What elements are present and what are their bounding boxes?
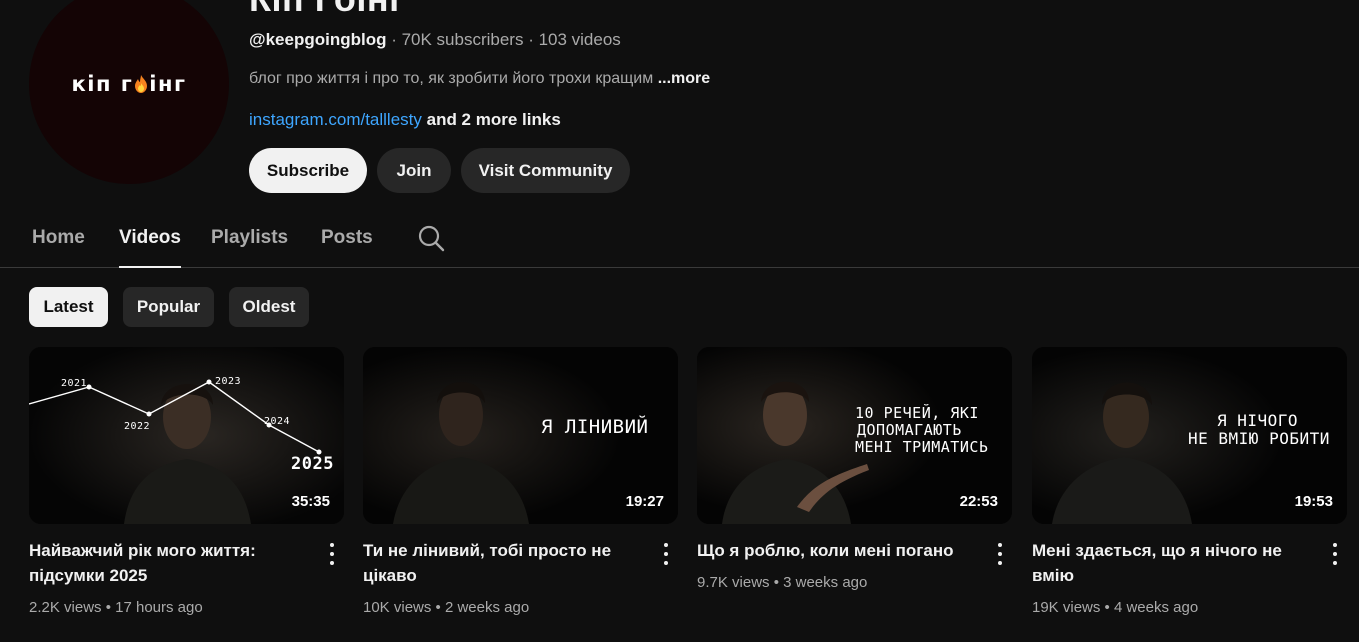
video-thumbnail[interactable]: Я ЛІНИВИЙ 19:27 (363, 347, 678, 524)
video-card: Я НІЧОГО НЕ ВМІЮ РОБИТИ 19:53 Мені здаєт… (1032, 347, 1347, 637)
video-stats: 19K views • 4 weeks ago (1032, 599, 1199, 616)
channel-title: Кіп Гоінг (249, 0, 405, 20)
channel-handle: @keepgoingblog (249, 30, 387, 49)
subscribe-button[interactable]: Subscribe (249, 148, 367, 193)
logo-text-end: інг (149, 72, 187, 96)
chip-oldest[interactable]: Oldest (229, 287, 309, 327)
channel-description[interactable]: блог про життя і про то, як зробити його… (249, 70, 710, 88)
video-duration: 19:27 (625, 493, 664, 510)
more-options-icon[interactable] (1331, 543, 1339, 565)
flame-icon (135, 75, 148, 93)
graph-label: 2021 (61, 378, 88, 389)
channel-meta: @keepgoingblog · 70K subscribers · 103 v… (249, 30, 621, 50)
video-duration: 22:53 (959, 493, 998, 510)
thumbnail-caption: Я НІЧОГО (1217, 411, 1299, 430)
graph-label: 2025 (291, 454, 334, 474)
tab-playlists[interactable]: Playlists (211, 227, 288, 268)
graph-label: 2024 (264, 416, 291, 427)
video-duration: 35:35 (291, 493, 330, 510)
search-icon[interactable] (417, 224, 445, 252)
avatar[interactable]: кіп г інг (29, 0, 229, 184)
video-title[interactable]: Що я роблю, коли мені погано (697, 538, 982, 563)
thumbnail-caption: Я ЛІНИВИЙ (541, 416, 649, 438)
graph-label: 2023 (215, 376, 242, 387)
channel-links: instagram.com/talllesty and 2 more links (249, 110, 561, 130)
join-button[interactable]: Join (377, 148, 451, 193)
more-options-icon[interactable] (662, 543, 670, 565)
chip-popular[interactable]: Popular (123, 287, 214, 327)
video-title[interactable]: Мені здається, що я нічого не вмію (1032, 538, 1317, 588)
chip-latest[interactable]: Latest (29, 287, 108, 327)
video-thumbnail[interactable]: 2021 2022 2023 2024 2025 35:35 (29, 347, 344, 524)
description-text: блог про життя і про то, як зробити його… (249, 70, 658, 87)
video-thumbnail[interactable]: 10 РЕЧЕЙ, ЯКІ ДОПОМАГАЮТЬ МЕНІ ТРИМАТИСЬ… (697, 347, 1012, 524)
video-card: 2021 2022 2023 2024 2025 35:35 Найважчий… (29, 347, 344, 637)
more-links[interactable]: and 2 more links (422, 110, 561, 129)
channel-logo: кіп г інг (72, 72, 187, 96)
more-options-icon[interactable] (996, 543, 1004, 565)
tab-videos[interactable]: Videos (119, 227, 181, 268)
graph-label: 2022 (124, 421, 151, 432)
video-thumbnail[interactable]: Я НІЧОГО НЕ ВМІЮ РОБИТИ 19:53 (1032, 347, 1347, 524)
video-duration: 19:53 (1294, 493, 1333, 510)
video-stats: 10K views • 2 weeks ago (363, 599, 530, 616)
video-stats: 9.7K views • 3 weeks ago (697, 574, 868, 591)
video-title[interactable]: Ти не лінивий, тобі просто не цікаво (363, 538, 648, 588)
tab-posts[interactable]: Posts (321, 227, 373, 268)
visit-community-button[interactable]: Visit Community (461, 148, 630, 193)
channel-counts: · 70K subscribers · 103 videos (386, 30, 621, 49)
video-stats: 2.2K views • 17 hours ago (29, 599, 203, 616)
tab-home[interactable]: Home (32, 227, 85, 268)
thumbnail-caption: НЕ ВМІЮ РОБИТИ (1188, 429, 1330, 448)
video-title[interactable]: Найважчий рік мого життя: підсумки 2025 (29, 538, 314, 588)
channel-tabs: Home Videos Playlists Posts (0, 215, 1359, 268)
more-options-icon[interactable] (328, 543, 336, 565)
video-card: Я ЛІНИВИЙ 19:27 Ти не лінивий, тобі прос… (363, 347, 678, 637)
video-card: 10 РЕЧЕЙ, ЯКІ ДОПОМАГАЮТЬ МЕНІ ТРИМАТИСЬ… (697, 347, 1012, 637)
logo-text-start: кіп г (71, 72, 134, 96)
thumbnail-caption: МЕНІ ТРИМАТИСЬ (855, 438, 989, 456)
instagram-link[interactable]: instagram.com/talllesty (249, 110, 422, 129)
thumbnail-caption: ДОПОМАГАЮТЬ (857, 421, 962, 439)
more-link[interactable]: ...more (658, 70, 710, 87)
thumbnail-caption: 10 РЕЧЕЙ, ЯКІ (855, 404, 979, 422)
